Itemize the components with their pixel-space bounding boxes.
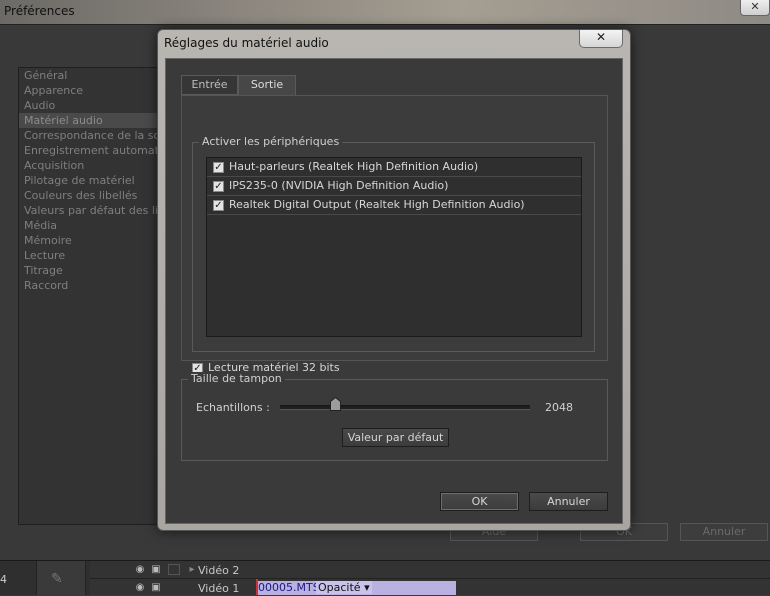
category-item[interactable]: Titrage: [19, 263, 167, 278]
device-row[interactable]: ✓ Realtek Digital Output (Realtek High De…: [207, 196, 581, 215]
samples-slider-thumb[interactable]: [330, 397, 341, 411]
track-video1-label: Vidéo 1: [198, 582, 240, 595]
category-item[interactable]: Pilotage de matériel: [19, 173, 167, 188]
dialog-content: Entrée Sortie Activer les périphériques …: [165, 58, 623, 524]
category-item[interactable]: Enregistrement automatique: [19, 143, 167, 158]
category-item[interactable]: Raccord: [19, 278, 167, 293]
category-item[interactable]: Apparence: [19, 83, 167, 98]
preferences-titlebar: Préférences: [0, 0, 770, 24]
category-item[interactable]: Couleurs des libellés: [19, 188, 167, 203]
track-video2-label: Vidéo 2: [198, 564, 240, 577]
clip-property-dropdown[interactable]: Opacité ▾: [316, 581, 372, 594]
dialog-title: Réglages du matériel audio: [164, 36, 329, 50]
devices-group-label: Activer les périphériques: [199, 135, 343, 148]
category-item[interactable]: Lecture: [19, 248, 167, 263]
category-item[interactable]: Général: [19, 68, 167, 83]
cancel-label: Annuler: [547, 495, 590, 508]
category-item[interactable]: Audio: [19, 98, 167, 113]
category-item[interactable]: Acquisition: [19, 158, 167, 173]
timeline-strip: 4 ✎ ◉ ▣ ▸ Vidéo 2 ◉ ▣ Vidéo 1 00005.MTS …: [0, 560, 770, 595]
category-item[interactable]: Média: [19, 218, 167, 233]
samples-value: 2048: [545, 401, 573, 414]
preferences-cancel-button[interactable]: Annuler: [680, 523, 768, 541]
lock-toggle[interactable]: [168, 564, 180, 575]
film-icon[interactable]: ▣: [150, 564, 162, 575]
default-value-label: Valeur par défaut: [347, 431, 444, 444]
eye-icon[interactable]: ◉: [134, 582, 146, 593]
device-checkbox[interactable]: ✓: [213, 181, 224, 192]
clip-edge-marker: [256, 579, 258, 595]
tab-entree[interactable]: Entrée: [181, 75, 238, 95]
device-label: Realtek Digital Output (Realtek High Def…: [229, 198, 525, 211]
device-row[interactable]: ✓ Haut-parleurs (Realtek High Definition …: [207, 158, 581, 177]
device-row[interactable]: ✓ IPS235-0 (NVIDIA High Definition Audio): [207, 177, 581, 196]
devices-list: ✓ Haut-parleurs (Realtek High Definition …: [206, 157, 582, 337]
device-label: Haut-parleurs (Realtek High Definition A…: [229, 160, 479, 173]
device-checkbox[interactable]: ✓: [213, 162, 224, 173]
preferences-close-button[interactable]: ✕: [740, 0, 770, 16]
film-icon[interactable]: ▣: [150, 582, 162, 593]
device-label: IPS235-0 (NVIDIA High Definition Audio): [229, 179, 449, 192]
track-video2: ◉ ▣ ▸ Vidéo 2: [90, 562, 770, 579]
tab-panel-sortie: Activer les périphériques ✓ Haut-parleurs…: [181, 95, 608, 361]
category-item[interactable]: Correspondance de la sortie: [19, 128, 167, 143]
close-icon: ✕: [750, 0, 760, 13]
category-item[interactable]: Valeurs par défaut des libellés: [19, 203, 167, 218]
tab-entree-label: Entrée: [191, 78, 228, 91]
close-icon: ✕: [595, 30, 607, 44]
devices-group: Activer les périphériques ✓ Haut-parleurs…: [192, 135, 595, 352]
preferences-title: Préférences: [4, 4, 75, 18]
category-item[interactable]: Matériel audio: [19, 113, 167, 128]
cancel-button[interactable]: Annuler: [529, 492, 608, 511]
ok-label: OK: [471, 495, 488, 508]
dialog-close-button[interactable]: ✕: [579, 30, 623, 48]
category-item[interactable]: Mémoire: [19, 233, 167, 248]
default-value-button[interactable]: Valeur par défaut: [342, 428, 449, 447]
timeline-tool-column: ✎: [36, 561, 86, 595]
samples-label: Echantillons :: [196, 401, 270, 414]
preferences-category-list: Général Apparence Audio Matériel audio Corre…: [18, 67, 168, 525]
ok-button[interactable]: OK: [440, 492, 519, 511]
timeline-tracks: ◉ ▣ ▸ Vidéo 2 ◉ ▣ Vidéo 1 00005.MTS Opac…: [90, 561, 770, 595]
audio-hardware-dialog: Réglages du matériel audio ✕ Entrée Sort…: [157, 29, 631, 531]
buffer-size-label: Taille de tampon: [188, 372, 285, 385]
timeline-number: 4: [0, 573, 7, 586]
clip-name: 00005.MTS: [258, 581, 320, 594]
samples-slider-track[interactable]: [280, 405, 530, 410]
device-checkbox[interactable]: ✓: [213, 200, 224, 211]
tab-sortie[interactable]: Sortie: [238, 75, 296, 96]
preferences-cancel-label: Annuler: [702, 525, 746, 538]
buffer-size-group: Taille de tampon Echantillons : 2048 Val…: [181, 372, 608, 461]
eye-icon[interactable]: ◉: [134, 564, 146, 575]
expand-triangle-icon[interactable]: ▸: [186, 564, 198, 575]
pen-icon[interactable]: ✎: [51, 571, 63, 587]
timeline-clip[interactable]: 00005.MTS Opacité ▾: [256, 581, 456, 595]
tab-sortie-label: Sortie: [250, 78, 284, 91]
